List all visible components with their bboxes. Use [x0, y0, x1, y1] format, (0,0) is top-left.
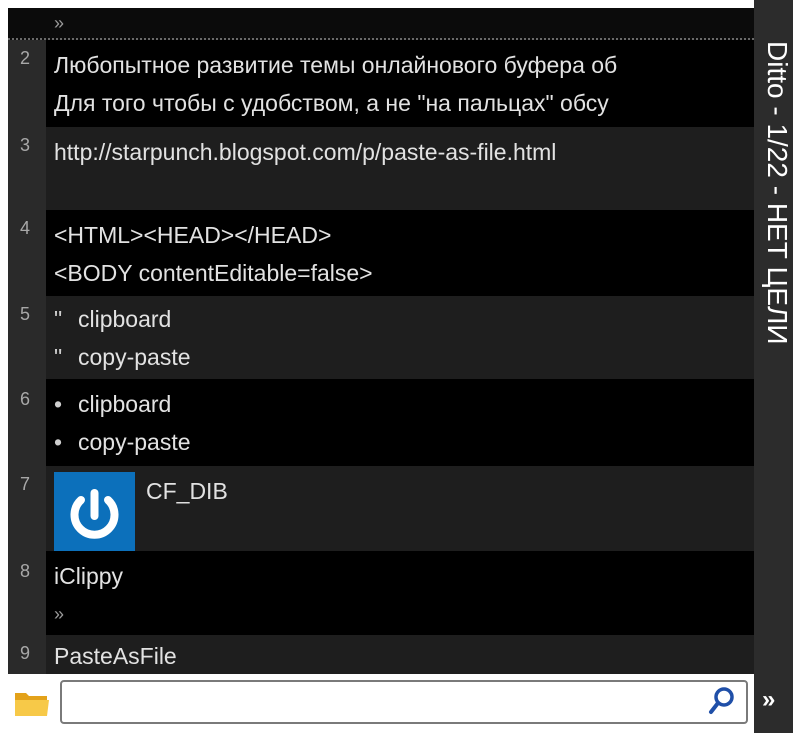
- list-item[interactable]: 8 iClippy »: [8, 553, 754, 633]
- list-item[interactable]: 2 Любопытное развитие темы онлайнового б…: [8, 40, 754, 125]
- clip-index: 8: [8, 553, 46, 633]
- clip-index: 2: [8, 40, 46, 125]
- clip-format-label: CF_DIB: [146, 478, 228, 504]
- bullet-marker: •: [54, 429, 63, 455]
- list-item[interactable]: 9 PasteAsFile: [8, 635, 754, 674]
- clip-index: 7: [8, 466, 46, 551]
- list-item[interactable]: 4 <HTML><HEAD></HEAD> <BODY contentEdita…: [8, 210, 754, 294]
- folder-icon[interactable]: [14, 688, 50, 718]
- clip-text-line: clipboard: [78, 306, 172, 332]
- clip-list: » 2 Любопытное развитие темы онлайнового…: [8, 8, 754, 674]
- clip-text-line: Для того чтобы с удобством, а не "на пал…: [54, 90, 609, 116]
- vertical-title-bar[interactable]: Ditto - 1/22 - НЕТ ЦЕЛИ »: [754, 0, 793, 733]
- clip-text-line: clipboard: [78, 391, 172, 417]
- clip-index: 5: [8, 296, 46, 379]
- clip-text-line: iClippy: [54, 563, 124, 589]
- chevron-icon: »: [54, 13, 65, 33]
- clip-index: 6: [8, 381, 46, 464]
- clip-text-line: copy-paste: [78, 344, 191, 370]
- clip-text-line: http://starpunch.blogspot.com/p/paste-as…: [54, 139, 557, 165]
- chevron-icon: »: [54, 604, 65, 624]
- clip-text-line: PasteAsFile: [54, 643, 177, 669]
- list-item[interactable]: 6 • clipboard • copy-paste: [8, 381, 754, 464]
- ditto-window: » 2 Любопытное развитие темы онлайнового…: [0, 0, 793, 733]
- clip-text-line: <BODY contentEditable=false>: [54, 260, 373, 286]
- list-top-strip: »: [8, 8, 754, 40]
- power-icon: [70, 489, 119, 539]
- clip-text-line: Любопытное развитие темы онлайнового буф…: [54, 52, 618, 78]
- search-bar: [0, 674, 754, 733]
- expand-more-button[interactable]: »: [762, 686, 776, 714]
- clip-text-line: <HTML><HEAD></HEAD>: [54, 222, 332, 248]
- search-input[interactable]: [60, 680, 748, 724]
- quote-marker: ": [54, 306, 63, 332]
- clip-index: 4: [8, 210, 46, 294]
- search-icon[interactable]: [708, 686, 736, 716]
- list-item[interactable]: 7 CF_DIB: [8, 466, 754, 551]
- clip-text-line: copy-paste: [78, 429, 191, 455]
- image-thumbnail: [54, 472, 135, 551]
- window-title: Ditto - 1/22 - НЕТ ЦЕЛИ: [762, 41, 793, 345]
- quote-marker: ": [54, 344, 63, 370]
- clip-index: 9: [8, 635, 46, 674]
- list-item[interactable]: 3 http://starpunch.blogspot.com/p/paste-…: [8, 127, 754, 210]
- bullet-marker: •: [54, 391, 63, 417]
- clip-index: 3: [8, 127, 46, 210]
- list-item[interactable]: 5 " clipboard " copy-paste: [8, 296, 754, 379]
